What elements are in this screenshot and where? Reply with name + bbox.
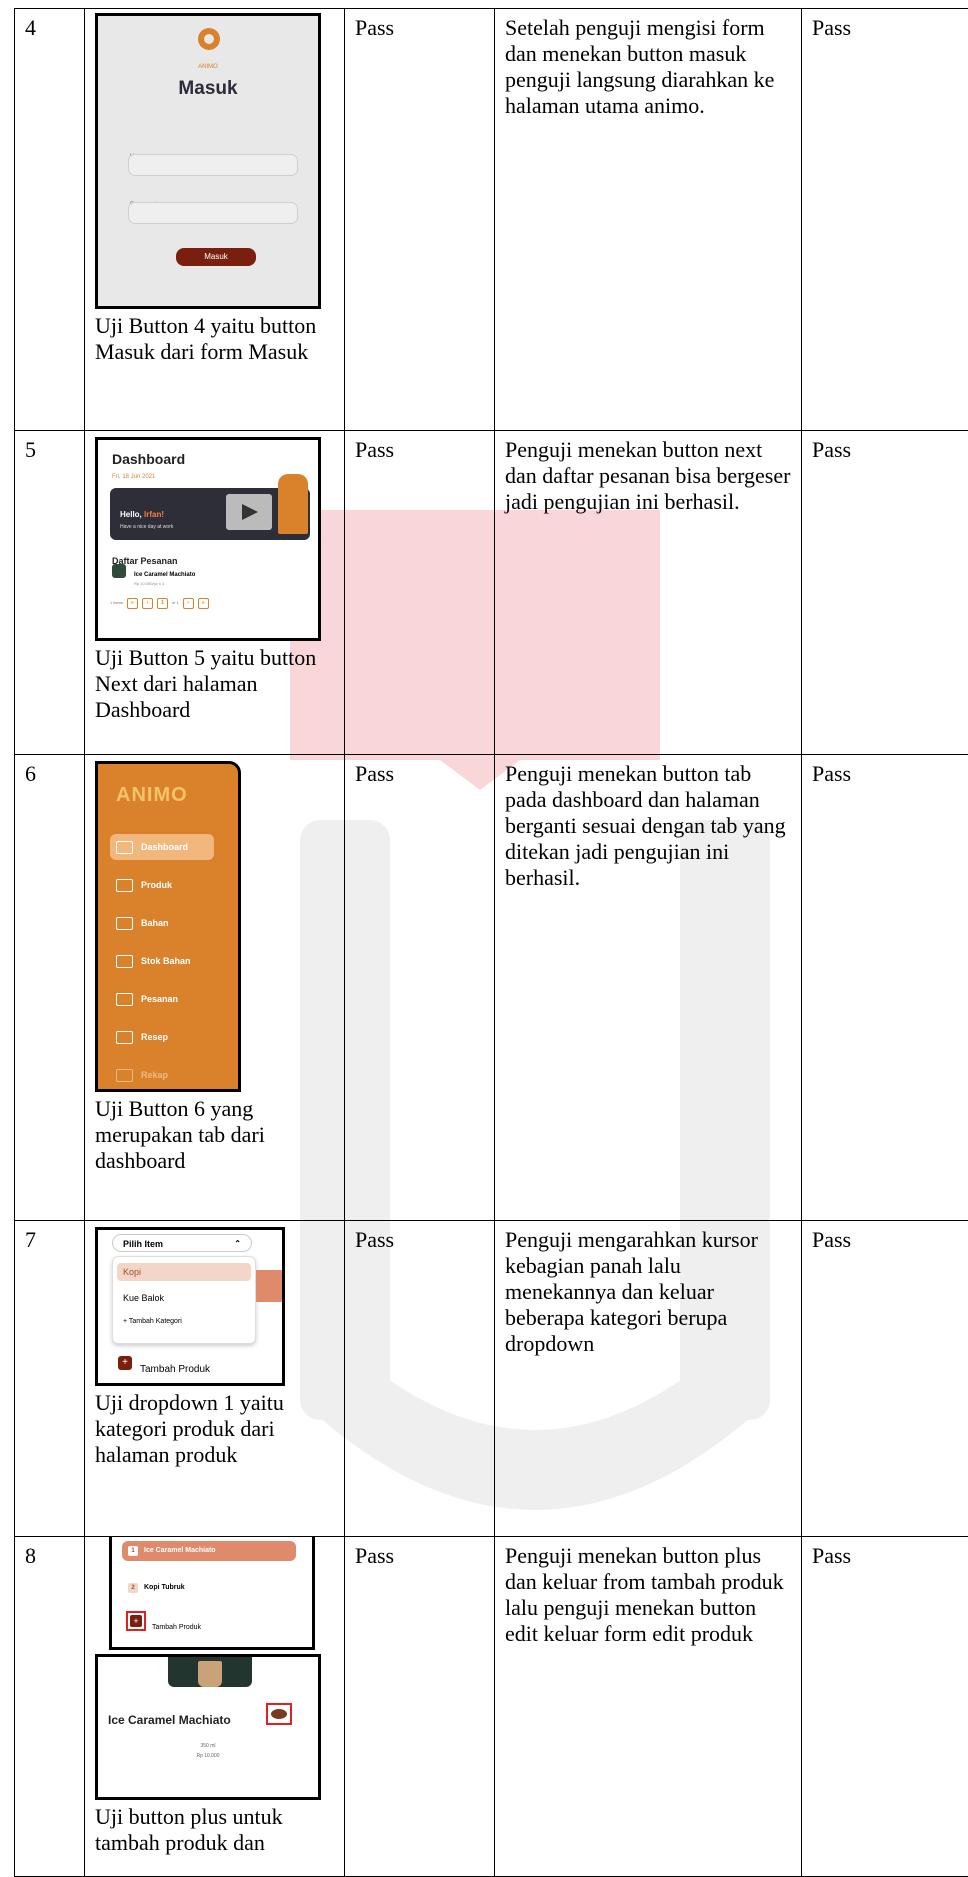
login-screenshot: ANIMO Masuk Username Password Masuk xyxy=(95,13,321,309)
sidebar-screenshot: ANIMO Dashboard Produk Bahan Stok Bahan … xyxy=(95,761,241,1092)
bag-icon xyxy=(116,993,133,1006)
tab-rekap[interactable]: Rekap xyxy=(110,1062,214,1088)
edit-button[interactable] xyxy=(266,1703,292,1725)
option-kue-balok[interactable]: Kue Balok xyxy=(117,1289,251,1307)
screenshot-cell: Pilih Item⌃ Kopi Kue Balok + Tambah Kate… xyxy=(85,1221,345,1537)
result-cell: Pass xyxy=(345,431,495,755)
file-icon xyxy=(116,1069,133,1082)
first-page-button[interactable]: « xyxy=(127,598,138,609)
username-field[interactable] xyxy=(128,154,298,176)
description-cell: Penguji menekan button tab pada dashboar… xyxy=(495,755,802,1221)
option-tambah-kategori[interactable]: + Tambah Kategori xyxy=(117,1313,251,1331)
description-cell: Setelah penguji mengisi form dan menekan… xyxy=(495,9,802,431)
last-page-button[interactable]: » xyxy=(198,598,209,609)
category-select[interactable]: Pilih Item⌃ xyxy=(112,1234,252,1252)
table-row: 4 ANIMO Masuk Username Password Masuk Uj… xyxy=(15,9,968,431)
description-cell: Penguji mengarahkan kursor kebagian pana… xyxy=(495,1221,802,1537)
illustration xyxy=(278,474,308,534)
table-row: 8 1Ice Caramel Machiato 2Kopi Tubruk Tam… xyxy=(15,1537,968,1877)
background-card xyxy=(256,1270,285,1302)
status-cell: Pass xyxy=(802,1537,968,1877)
coffee-icon xyxy=(112,564,126,578)
screenshot-cell: ANIMO Dashboard Produk Bahan Stok Bahan … xyxy=(85,755,345,1221)
product-list-screenshot: 1Ice Caramel Machiato 2Kopi Tubruk Tamba… xyxy=(109,1537,315,1650)
result-cell: Pass xyxy=(345,755,495,1221)
row-number: 4 xyxy=(15,9,85,431)
tab-stok-bahan[interactable]: Stok Bahan xyxy=(110,948,214,974)
status-cell: Pass xyxy=(802,9,968,431)
status-cell: Pass xyxy=(802,755,968,1221)
product-name: Ice Caramel Machiato xyxy=(108,1707,231,1733)
masuk-button[interactable]: Masuk xyxy=(176,248,256,266)
login-title: Masuk xyxy=(98,76,318,102)
product-card-screenshot: Ice Caramel Machiato 350 ml Rp 10.000 xyxy=(95,1654,321,1800)
status-cell: Pass xyxy=(802,431,968,755)
row-number: 7 xyxy=(15,1221,85,1537)
product-price: Rp 10.000 xyxy=(98,1743,318,1769)
tab-bahan[interactable]: Bahan xyxy=(110,910,214,936)
row-number: 8 xyxy=(15,1537,85,1877)
plus-icon[interactable]: + xyxy=(118,1356,132,1370)
date-text: Fri, 18 Jun 2021 xyxy=(112,464,155,490)
page-number-button[interactable]: 1 xyxy=(157,598,168,609)
password-field[interactable] xyxy=(128,202,298,224)
row-number: 6 xyxy=(15,755,85,1221)
table-row: 7 Pilih Item⌃ Kopi Kue Balok + Tambah Ka… xyxy=(15,1221,968,1537)
tab-produk[interactable]: Produk xyxy=(110,872,214,898)
add-product-label[interactable]: Tambah Produk xyxy=(140,1357,210,1383)
table-row: 5 Dashboard Fri, 18 Jun 2021 Hello, Irfa… xyxy=(15,431,968,755)
caption: Uji button plus untuk tambah produk dan xyxy=(95,1804,334,1856)
prev-page-button[interactable]: ‹ xyxy=(142,598,153,609)
option-kopi[interactable]: Kopi xyxy=(117,1263,251,1281)
cup-icon xyxy=(198,1661,222,1687)
animo-logo-icon xyxy=(198,28,220,50)
caption: Uji Button 4 yaitu button Masuk dari for… xyxy=(95,313,334,365)
status-cell: Pass xyxy=(802,1221,968,1537)
row-number: 5 xyxy=(15,431,85,755)
result-cell: Pass xyxy=(345,1221,495,1537)
test-table: 4 ANIMO Masuk Username Password Masuk Uj… xyxy=(14,8,968,1877)
dropdown-menu: Kopi Kue Balok + Tambah Kategori xyxy=(112,1256,256,1344)
tab-pesanan[interactable]: Pesanan xyxy=(110,986,214,1012)
result-cell: Pass xyxy=(345,9,495,431)
dropdown-screenshot: Pilih Item⌃ Kopi Kue Balok + Tambah Kate… xyxy=(95,1227,285,1386)
tab-resep[interactable]: Resep xyxy=(110,1024,214,1050)
caption: Uji dropdown 1 yaitu kategori produk dar… xyxy=(95,1390,334,1468)
next-page-button[interactable]: › xyxy=(183,598,194,609)
add-product-label[interactable]: Tambah Produk xyxy=(152,1615,201,1641)
folder-icon xyxy=(116,917,133,930)
home-icon xyxy=(116,841,133,854)
list-item: 2Kopi Tubruk xyxy=(128,1575,185,1601)
caption: Uji Button 5 yaitu button Next dari hala… xyxy=(95,645,334,723)
gift-icon xyxy=(116,879,133,892)
description-cell: Penguji menekan button next dan daftar p… xyxy=(495,431,802,755)
tab-dashboard[interactable]: Dashboard xyxy=(110,834,214,860)
dashboard-screenshot: Dashboard Fri, 18 Jun 2021 Hello, Irfan!… xyxy=(95,437,321,641)
sub-text: Have a nice day at work xyxy=(120,514,173,540)
caption: Uji Button 6 yang merupakan tab dari das… xyxy=(95,1096,334,1174)
screenshot-cell: Dashboard Fri, 18 Jun 2021 Hello, Irfan!… xyxy=(85,431,345,755)
cart-icon xyxy=(116,955,133,968)
result-cell: Pass xyxy=(345,1537,495,1877)
table-row: 6 ANIMO Dashboard Produk Bahan Stok Baha… xyxy=(15,755,968,1221)
note-icon xyxy=(116,1031,133,1044)
description-cell: Penguji menekan button plus dan keluar f… xyxy=(495,1537,802,1877)
screenshot-cell: 1Ice Caramel Machiato 2Kopi Tubruk Tamba… xyxy=(85,1537,345,1877)
screenshot-cell: ANIMO Masuk Username Password Masuk Uji … xyxy=(85,9,345,431)
brand-logo: ANIMO xyxy=(116,782,188,808)
plus-button[interactable] xyxy=(126,1611,146,1631)
list-item: 1Ice Caramel Machiato xyxy=(122,1541,296,1561)
play-icon xyxy=(226,494,272,530)
pagination: 1 items « ‹ 1 of 1 › » xyxy=(110,590,209,616)
chevron-up-icon[interactable]: ⌃ xyxy=(234,1235,241,1253)
